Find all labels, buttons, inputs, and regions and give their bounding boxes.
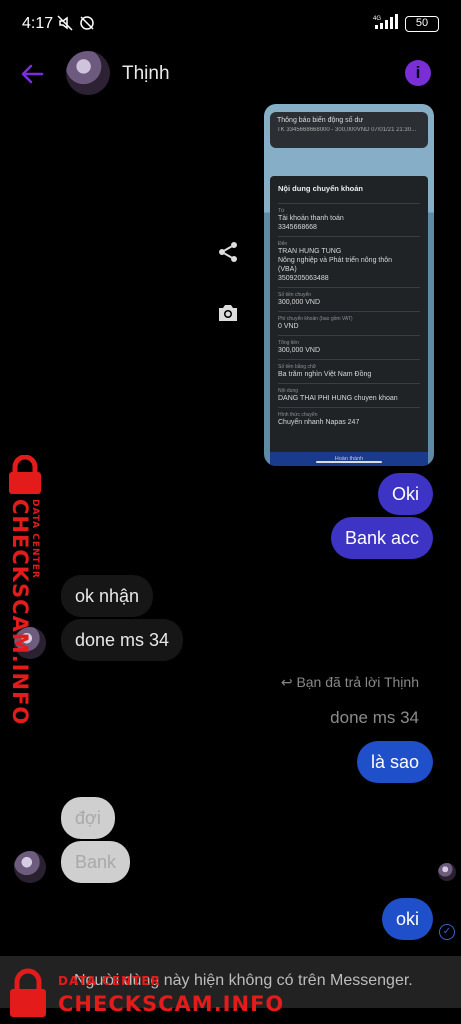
transfer-row-value: Chuyển nhanh Napas 247 bbox=[278, 419, 360, 426]
message-bubble-outgoing[interactable]: oki bbox=[381, 898, 433, 940]
transfer-card: Nội dung chuyển khoản Từ Tài khoản thanh … bbox=[270, 176, 428, 466]
transfer-row-value: DANG THAI PHI HUNG chuyen khoan bbox=[278, 395, 398, 402]
quoted-message[interactable]: done ms 34 bbox=[330, 708, 419, 728]
contact-name[interactable]: Thịnh bbox=[122, 63, 170, 85]
status-time: 4:17 bbox=[22, 15, 54, 32]
message-bubble-outgoing[interactable]: Bank acc bbox=[330, 517, 433, 559]
transfer-row: Phí chuyển khoản (bao gồm VAT) 0 VND bbox=[278, 311, 420, 335]
transfer-row: Đến TRAN HUNG TUNG Nông nghiệp và Phát tr… bbox=[278, 236, 420, 287]
transfer-row-value: 0 VND bbox=[278, 323, 299, 330]
camera-icon[interactable] bbox=[216, 301, 240, 325]
transfer-card-title: Nội dung chuyển khoản bbox=[278, 184, 364, 193]
message-bubble-outgoing[interactable]: Oki bbox=[378, 473, 433, 515]
status-bar: 4:17 4G 50 bbox=[0, 0, 461, 48]
watermark-sub: DATA CENTER bbox=[30, 499, 40, 579]
transfer-row: Hình thức chuyển Chuyển nhanh Napas 247 bbox=[278, 407, 420, 431]
contact-avatar[interactable] bbox=[66, 51, 110, 95]
transfer-row-value: Ba trăm nghìn Việt Nam Đồng bbox=[278, 371, 372, 378]
transfer-row: Tổng tiền 300,000 VND bbox=[278, 335, 420, 359]
message-bubble-incoming-unsent[interactable]: đợi bbox=[61, 797, 115, 839]
share-icon[interactable] bbox=[216, 240, 240, 264]
transfer-row-value: TRAN HUNG TUNG Nông nghiệp và Phát triển… bbox=[278, 248, 393, 282]
done-button: Hoàn thành bbox=[270, 452, 428, 466]
reply-note-text: Bạn đã trả lời Thịnh bbox=[296, 674, 419, 690]
watermark-brand: CHECKSCAM.INFO bbox=[58, 992, 285, 1016]
home-indicator bbox=[316, 461, 382, 463]
transfer-row: Nội dung DANG THAI PHI HUNG chuyen khoan bbox=[278, 383, 420, 407]
message-bubble-incoming-unsent[interactable]: Bank bbox=[61, 841, 131, 883]
reply-indicator: ↩ Bạn đã trả lời Thịnh bbox=[281, 674, 419, 691]
transfer-row: Từ Tài khoản thanh toán 3345668668 bbox=[278, 203, 420, 236]
contact-avatar-small bbox=[14, 851, 46, 883]
battery-icon: 50 bbox=[405, 16, 439, 32]
watermark-side: CHECKSCAM.INFO DATA CENTER bbox=[0, 455, 52, 725]
svg-text:4G: 4G bbox=[373, 16, 381, 22]
notification-body: TK 3345668668000 - 300,000VND 07/01/21 2… bbox=[277, 127, 417, 133]
watermark-bottom: DATA CENTER CHECKSCAM.INFO bbox=[0, 962, 300, 1024]
mute-icon bbox=[57, 15, 73, 31]
watermark-sub: DATA CENTER bbox=[58, 974, 161, 988]
sync-off-icon bbox=[80, 16, 94, 30]
lock-icon bbox=[9, 455, 41, 494]
message-bubble-outgoing[interactable]: là sao bbox=[356, 741, 433, 783]
message-bubble-incoming[interactable]: ok nhận bbox=[61, 575, 154, 617]
back-arrow-icon[interactable] bbox=[18, 60, 46, 88]
transfer-row: Số tiền bằng chữ Ba trăm nghìn Việt Nam Đ… bbox=[278, 359, 420, 383]
message-bubble-incoming[interactable]: done ms 34 bbox=[61, 619, 184, 661]
shared-image-message[interactable]: Thông báo biến động số dư TK 33456686680… bbox=[264, 104, 434, 466]
signal-icon: 4G bbox=[373, 14, 398, 29]
lock-icon bbox=[10, 968, 46, 1017]
watermark-brand: CHECKSCAM.INFO bbox=[8, 499, 32, 726]
transfer-row-value: 300,000 VND bbox=[278, 299, 321, 306]
chat-header: Thịnh i bbox=[0, 48, 461, 100]
notification-title: Thông báo biến động số dư bbox=[277, 117, 364, 124]
transfer-row: Số tiền chuyển 300,000 VND bbox=[278, 287, 420, 311]
bank-notification: Thông báo biến động số dư TK 33456686680… bbox=[270, 112, 428, 148]
seen-avatar bbox=[438, 863, 456, 881]
transfer-row-value: 300,000 VND bbox=[278, 347, 321, 354]
delivered-check-icon: ✓ bbox=[439, 924, 455, 940]
reply-icon: ↩ bbox=[280, 674, 297, 690]
info-icon[interactable]: i bbox=[405, 60, 431, 86]
transfer-row-value: Tài khoản thanh toán 3345668668 bbox=[278, 215, 344, 231]
